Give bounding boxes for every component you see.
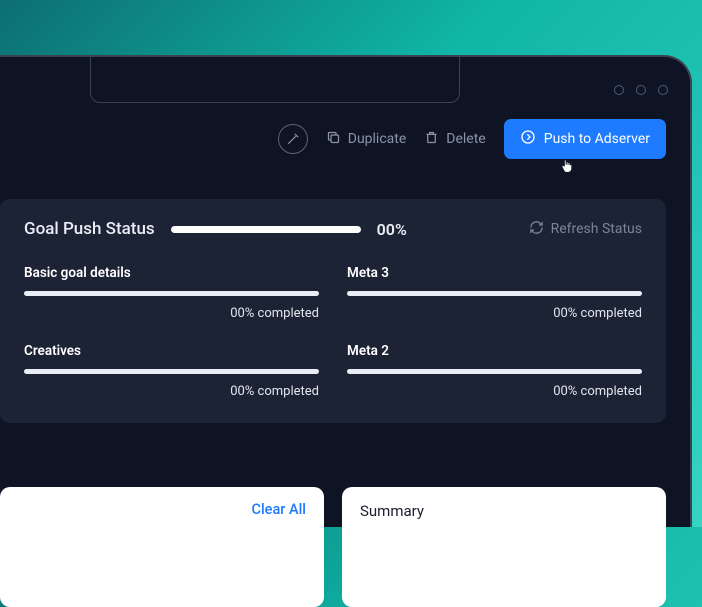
sub-progress-bar <box>347 369 642 374</box>
sub-status-item: Basic goal details 00% completed <box>24 265 319 321</box>
copy-icon <box>326 130 341 149</box>
traffic-dot <box>614 85 624 95</box>
delete-button[interactable]: Delete <box>424 130 485 149</box>
sub-status-item: Creatives 00% completed <box>24 343 319 399</box>
sub-status-title: Basic goal details <box>24 265 319 281</box>
sub-completed-text: 00% completed <box>347 384 642 399</box>
overall-progress-bar <box>171 226 361 233</box>
sub-completed-text: 00% completed <box>347 306 642 321</box>
arrow-right-circle-icon <box>520 129 536 149</box>
cursor-pointer-icon <box>559 158 574 179</box>
sub-status-title: Meta 2 <box>347 343 642 359</box>
refresh-label: Refresh Status <box>551 221 642 237</box>
traffic-dot <box>636 85 646 95</box>
bottom-cards-row: Clear All Summary <box>0 487 666 607</box>
duplicate-label: Duplicate <box>348 131 407 147</box>
top-search-well[interactable] <box>90 55 460 103</box>
app-window: Duplicate Delete Push to Adserver G <box>0 55 692 527</box>
sub-progress-bar <box>24 369 319 374</box>
sub-completed-text: 00% completed <box>24 384 319 399</box>
summary-title: Summary <box>360 502 424 520</box>
sub-status-title: Creatives <box>24 343 319 359</box>
wand-icon[interactable] <box>278 124 308 154</box>
trash-icon <box>424 130 439 149</box>
push-to-adserver-button[interactable]: Push to Adserver <box>504 119 666 159</box>
traffic-dot <box>658 85 668 95</box>
clear-all-button[interactable]: Clear All <box>252 501 306 518</box>
sub-progress-bar <box>347 291 642 296</box>
delete-label: Delete <box>446 131 485 147</box>
overall-progress-percent: 00% <box>377 220 407 239</box>
sub-status-grid: Basic goal details 00% completed Meta 3 … <box>24 265 642 399</box>
refresh-status-button[interactable]: Refresh Status <box>529 220 642 239</box>
action-toolbar: Duplicate Delete Push to Adserver <box>278 119 666 159</box>
refresh-icon <box>529 220 544 239</box>
goal-push-status-panel: Goal Push Status 00% Refresh Status Basi… <box>0 199 666 423</box>
sub-progress-bar <box>24 291 319 296</box>
window-traffic-dots <box>614 85 668 95</box>
sub-status-title: Meta 3 <box>347 265 642 281</box>
panel-header: Goal Push Status 00% Refresh Status <box>24 219 642 239</box>
push-label: Push to Adserver <box>544 131 650 147</box>
sub-status-item: Meta 2 00% completed <box>347 343 642 399</box>
filters-card: Clear All <box>0 487 324 607</box>
summary-card: Summary <box>342 487 666 607</box>
duplicate-button[interactable]: Duplicate <box>326 130 407 149</box>
sub-completed-text: 00% completed <box>24 306 319 321</box>
panel-title: Goal Push Status <box>24 219 155 239</box>
sub-status-item: Meta 3 00% completed <box>347 265 642 321</box>
